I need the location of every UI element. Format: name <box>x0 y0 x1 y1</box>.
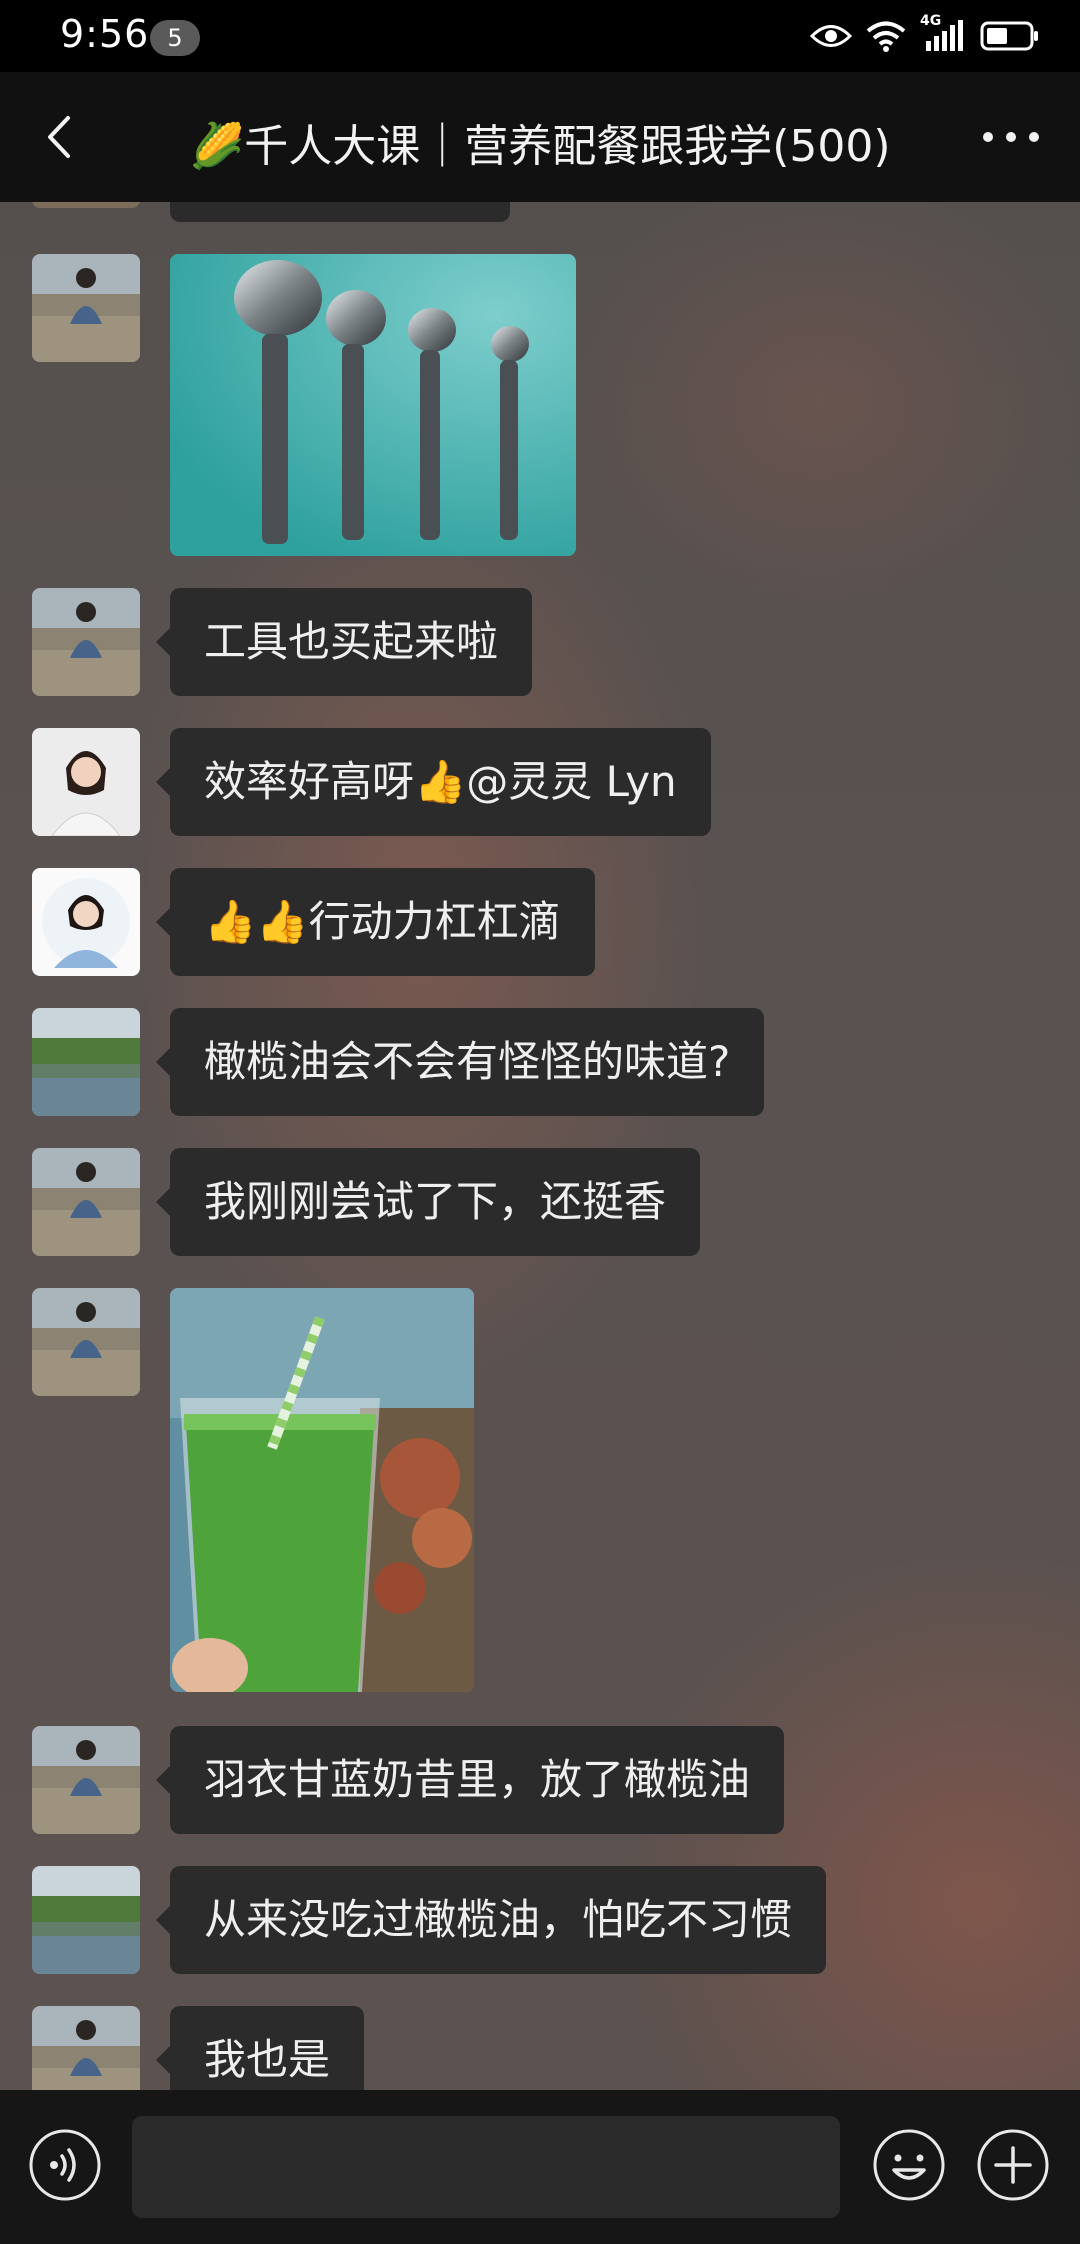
avatar[interactable] <box>32 728 140 836</box>
status-bar: 9:56 5 4G <box>0 0 1080 72</box>
message-bubble[interactable]: 效率好高呀👍@灵灵 Lyn <box>170 728 711 836</box>
avatar[interactable] <box>32 588 140 696</box>
avatar[interactable] <box>32 2006 140 2090</box>
image-message-smoothie[interactable] <box>170 1288 474 1692</box>
message-bubble[interactable]: 👍👍行动力杠杠滴 <box>170 868 595 976</box>
image-message-spoons[interactable] <box>170 254 576 556</box>
avatar[interactable] <box>32 1148 140 1256</box>
chat-title: 🌽千人大课｜营养配餐跟我学(500) <box>120 110 960 174</box>
message-bubble[interactable]: 橄榄油会不会有怪怪的味道? <box>170 1008 764 1116</box>
battery-icon <box>980 20 1040 52</box>
avatar[interactable] <box>32 1726 140 1834</box>
message-bubble[interactable]: 工具也买起来啦 <box>170 588 532 696</box>
message-bubble[interactable]: 从来没吃过橄榄油，怕吃不习惯 <box>170 1866 826 1974</box>
message-bubble-partial[interactable] <box>170 202 510 222</box>
avatar[interactable] <box>32 1008 140 1116</box>
status-time: 9:56 <box>60 12 149 56</box>
status-icons: 4G <box>810 16 1040 56</box>
message-input[interactable] <box>132 2116 840 2218</box>
signal-icon: 4G <box>920 19 966 53</box>
avatar[interactable] <box>32 1866 140 1974</box>
avatar[interactable] <box>32 1288 140 1396</box>
voice-icon[interactable] <box>28 2128 102 2202</box>
back-icon[interactable] <box>36 112 86 162</box>
plus-circle-icon[interactable] <box>976 2128 1050 2202</box>
input-bar <box>0 2090 1080 2244</box>
message-list[interactable]: 工具也买起来啦 效率好高呀👍@灵灵 Lyn 👍👍行动力杠杠滴 <box>0 202 1080 2090</box>
wifi-icon <box>866 20 906 52</box>
avatar[interactable] <box>32 202 140 208</box>
chat-header: 🌽千人大课｜营养配餐跟我学(500) <box>0 72 1080 202</box>
message-bubble[interactable]: 羽衣甘蓝奶昔里，放了橄榄油 <box>170 1726 784 1834</box>
avatar[interactable] <box>32 254 140 362</box>
eye-icon <box>810 21 852 51</box>
more-dots-icon[interactable] <box>976 122 1046 152</box>
emoji-icon[interactable] <box>872 2128 946 2202</box>
message-bubble[interactable]: 我也是 <box>170 2006 364 2090</box>
avatar[interactable] <box>32 868 140 976</box>
message-bubble[interactable]: 我刚刚尝试了下，还挺香 <box>170 1148 700 1256</box>
notification-badge: 5 <box>150 20 200 56</box>
